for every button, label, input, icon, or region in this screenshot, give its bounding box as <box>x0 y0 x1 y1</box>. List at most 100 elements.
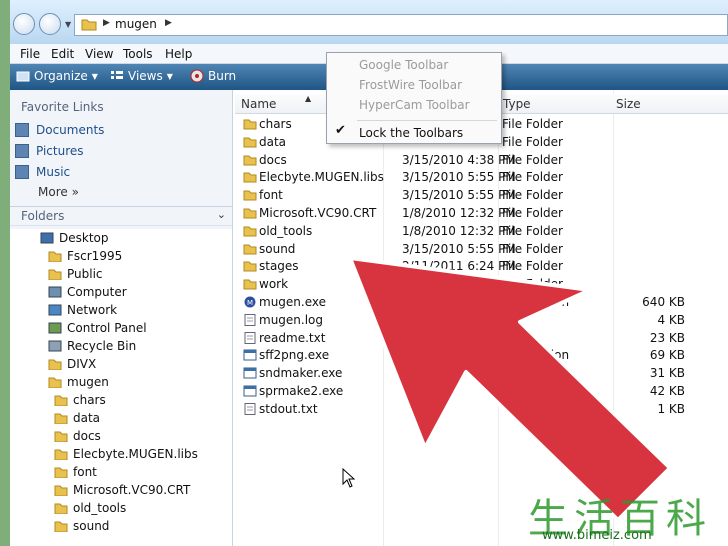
folder-icon <box>48 269 62 280</box>
tree-item-label: Public <box>67 267 103 281</box>
column-name[interactable]: Name <box>241 97 276 111</box>
favorite-music[interactable]: Music <box>15 165 70 179</box>
recent-pages-dropdown-icon[interactable]: ▼ <box>65 20 71 29</box>
address-path[interactable]: mugen <box>115 17 157 31</box>
tree-item[interactable]: data <box>54 409 100 427</box>
folder-icon <box>243 261 257 272</box>
burn-disc-icon <box>190 69 204 83</box>
folder-icon <box>243 190 257 201</box>
file-row[interactable]: sprmake2.exe 42 KB <box>235 383 728 400</box>
file-type: File Folder <box>502 170 563 185</box>
tree-item[interactable]: Desktop <box>40 229 109 247</box>
file-row[interactable]: Microsoft.VC90.CRT 1/8/2010 12:32 PM File … <box>235 205 728 222</box>
favorite-documents[interactable]: Documents <box>15 123 104 137</box>
views-label: Views <box>128 69 163 83</box>
file-row[interactable]: font 3/15/2010 5:55 PM File Folder <box>235 187 728 204</box>
tree-item[interactable]: Network <box>48 301 117 319</box>
file-row[interactable]: Mmugen.exe Application 640 KB <box>235 294 728 311</box>
tree-item[interactable]: Control Panel <box>48 319 147 337</box>
tree-item[interactable]: Computer <box>48 283 127 301</box>
tree-item[interactable]: Elecbyte.MUGEN.libs <box>54 445 198 463</box>
file-row[interactable]: stages 2/11/2011 6:24 PM File Folder <box>235 258 728 275</box>
svg-text:M: M <box>247 299 253 307</box>
app-icon <box>243 349 257 361</box>
pictures-icon <box>15 144 29 158</box>
folders-header[interactable]: Folders ⌄ <box>10 206 232 226</box>
views-button[interactable]: Views ▼ <box>110 69 173 83</box>
tree-item[interactable]: old_tools <box>54 499 126 517</box>
file-name: mugen.exe <box>259 295 327 309</box>
file-type: File Folder <box>502 206 563 220</box>
more-links[interactable]: More » <box>38 185 79 199</box>
folder-icon <box>54 413 68 424</box>
file-name: stages <box>259 259 299 274</box>
file-size: 23 KB <box>649 330 685 345</box>
favorite-label: Music <box>36 165 71 179</box>
file-name: old_tools <box>259 223 313 238</box>
tree-item[interactable]: Fscr1995 <box>48 247 122 265</box>
back-button[interactable] <box>13 13 35 35</box>
address-bar[interactable]: ▶ mugen ▶ <box>74 14 728 36</box>
text-file-icon <box>244 331 256 344</box>
file-row[interactable]: readme.txt 23 KB <box>235 330 728 347</box>
tree-item-label: data <box>73 411 101 425</box>
file-row[interactable]: Elecbyte.MUGEN.libs 3/15/2010 5:55 PM File… <box>235 169 728 186</box>
folder-icon <box>243 208 257 219</box>
tree-item-label: Elecbyte.MUGEN.libs <box>73 447 198 461</box>
tree-item[interactable]: font <box>54 463 97 481</box>
chevron-down-icon: ▼ <box>91 71 98 81</box>
file-row[interactable]: sound 3/15/2010 5:55 PM File Folder <box>235 241 728 258</box>
file-type: File Folder <box>502 188 563 203</box>
file-row[interactable]: old_tools 1/8/2010 12:32 PM File Folder <box>235 223 728 240</box>
tree-item-label: Control Panel <box>67 321 147 335</box>
menu-item-lock-toolbars[interactable]: Lock the Toolbars <box>359 126 463 140</box>
file-type: File Folder <box>502 117 563 131</box>
column-type[interactable]: Type <box>503 97 531 111</box>
menu-item-hypercam-toolbar[interactable]: HyperCam Toolbar <box>359 98 470 112</box>
tree-item[interactable]: Public <box>48 265 103 283</box>
menu-item-google-toolbar[interactable]: Google Toolbar <box>359 58 448 72</box>
file-date-modified: 3/15/2010 4:38 PM <box>402 152 516 167</box>
folder-icon <box>54 449 68 460</box>
computer-icon <box>48 286 62 298</box>
forward-button[interactable] <box>39 13 61 35</box>
chevron-down-icon[interactable]: ⌄ <box>217 208 226 221</box>
folder-icon <box>243 172 257 183</box>
tree-item[interactable]: chars <box>54 391 106 409</box>
tree-item[interactable]: sound <box>54 517 109 535</box>
file-type: File Folder <box>502 223 563 238</box>
organize-button[interactable]: Organize ▼ <box>16 69 98 83</box>
menu-item-frostwire-toolbar[interactable]: FrostWire Toolbar <box>359 78 462 92</box>
file-size: 4 KB <box>657 312 685 327</box>
file-type: Application <box>502 348 570 363</box>
tree-item[interactable]: docs <box>54 427 101 445</box>
menu-view[interactable]: View <box>85 47 113 61</box>
tree-item[interactable]: Recycle Bin <box>48 337 136 355</box>
file-row[interactable]: stdout.txt 1 KB <box>235 401 728 418</box>
file-row[interactable]: docs 3/15/2010 4:38 PM File Folder <box>235 152 728 169</box>
tree-item[interactable]: DIVX <box>48 355 96 373</box>
file-type: File Folder <box>502 259 563 274</box>
file-name: font <box>259 188 283 203</box>
file-name: sound <box>259 241 296 256</box>
menu-tools[interactable]: Tools <box>123 47 153 61</box>
column-size[interactable]: Size <box>616 97 641 111</box>
burn-label: Burn <box>208 69 237 83</box>
menu-file[interactable]: File <box>20 47 40 61</box>
file-row[interactable]: sff2png.exe Application 69 KB <box>235 347 728 364</box>
breadcrumb-arrow-icon[interactable]: ▶ <box>165 18 172 28</box>
file-name: Elecbyte.MUGEN.libs <box>259 170 384 185</box>
file-date-modified: 3/15/2010 5:55 PM <box>402 188 516 203</box>
favorite-pictures[interactable]: Pictures <box>15 144 84 158</box>
burn-button[interactable]: Burn <box>190 69 236 83</box>
recycle-bin-icon <box>48 340 62 352</box>
mouse-cursor-icon <box>342 468 356 488</box>
breadcrumb-arrow-icon[interactable]: ▶ <box>103 18 110 28</box>
menu-help[interactable]: Help <box>165 47 192 61</box>
file-row[interactable]: work File Folder <box>235 276 728 293</box>
menu-edit[interactable]: Edit <box>51 47 74 61</box>
file-row[interactable]: sndmaker.exe 31 KB <box>235 365 728 382</box>
tree-item[interactable]: Microsoft.VC90.CRT <box>54 481 190 499</box>
file-row[interactable]: mugen.log 4 KB <box>235 312 728 329</box>
tree-item[interactable]: mugen <box>48 373 109 391</box>
